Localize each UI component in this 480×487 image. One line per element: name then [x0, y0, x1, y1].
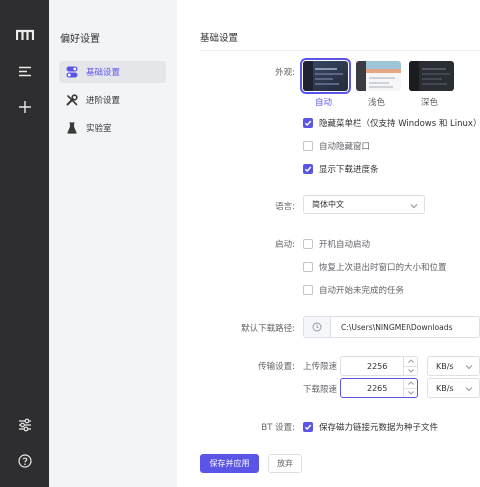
sidebar-item-label: 进阶设置 — [86, 96, 121, 106]
checkbox-unchecked-icon[interactable] — [303, 141, 313, 151]
bt-label: BT 设置: — [261, 423, 295, 433]
section-divider — [200, 50, 480, 51]
checkbox-label: 隐藏菜单栏（仅支持 Windows 和 Linux） — [319, 119, 480, 129]
download-path-label: 默认下载路径: — [241, 324, 295, 334]
checkbox-label: 开机自动启动 — [319, 240, 371, 250]
sidebar-item-label: 基础设置 — [86, 68, 121, 78]
download-path-input[interactable]: C:\Users\NINGMEI\Downloads — [303, 316, 480, 338]
sidebar-title: 偏好设置 — [60, 34, 100, 45]
help-icon[interactable] — [0, 446, 49, 476]
download-limit-value: 2265 — [367, 383, 388, 393]
language-label: 语言: — [275, 202, 295, 212]
theme-light-thumbnail[interactable] — [356, 61, 401, 91]
show-progress-bar-checkbox[interactable]: 显示下载进度条 — [303, 163, 379, 175]
chevron-down-icon — [410, 202, 418, 211]
chevron-up-icon[interactable] — [404, 379, 417, 388]
resume-tasks-checkbox[interactable]: 自动开始未完成的任务 — [303, 284, 404, 296]
checkbox-label: 显示下载进度条 — [319, 165, 379, 175]
auto-hide-window-checkbox[interactable]: 自动隐藏窗口 — [303, 140, 370, 152]
checkbox-unchecked-icon[interactable] — [303, 239, 313, 249]
chevron-down-icon[interactable] — [404, 387, 417, 398]
sidebar-item-basic[interactable]: 基础设置 — [59, 61, 166, 83]
download-limit-input[interactable]: 2265 — [340, 378, 418, 398]
logo-m-icon[interactable] — [0, 20, 49, 50]
checkbox-checked-icon[interactable] — [303, 164, 313, 174]
plus-icon[interactable] — [0, 92, 49, 122]
checkbox-unchecked-icon[interactable] — [303, 262, 313, 272]
checkbox-label: 保存磁力链接元数据为种子文件 — [319, 423, 439, 433]
section-title: 基础设置 — [200, 33, 239, 44]
flask-icon — [66, 122, 78, 134]
checkbox-label: 自动开始未完成的任务 — [319, 286, 405, 296]
sidebar-item-advanced[interactable]: 进阶设置 — [59, 89, 166, 111]
restore-window-checkbox[interactable]: 恢复上次退出时窗口的大小和位置 — [303, 261, 447, 273]
theme-light-label[interactable]: 浅色 — [354, 96, 399, 108]
download-unit-select[interactable]: KB/s — [427, 378, 480, 398]
download-limit-label: 下载限速 — [302, 385, 337, 395]
app-rail — [0, 0, 49, 487]
download-limit-stepper[interactable] — [403, 379, 417, 397]
transfer-label: 传输设置: — [258, 362, 295, 372]
chevron-up-icon[interactable] — [404, 357, 417, 366]
chevron-down-icon[interactable] — [404, 365, 417, 376]
save-apply-button[interactable]: 保存并应用 — [200, 454, 259, 473]
upload-limit-input[interactable]: 2256 — [340, 356, 418, 376]
discard-button[interactable]: 放弃 — [268, 454, 302, 473]
tools-icon — [66, 94, 78, 106]
chevron-down-icon — [465, 385, 473, 394]
toggle-icon — [66, 66, 78, 78]
hide-menubar-checkbox[interactable]: 隐藏菜单栏（仅支持 Windows 和 Linux） — [303, 117, 480, 129]
checkbox-checked-icon[interactable] — [303, 118, 313, 128]
settings-panel: 基础设置 外观: 自动 浅色 深色 隐藏菜单栏（仅支持 Windows 和 Li… — [177, 0, 480, 487]
upload-unit-value: KB/s — [436, 361, 454, 371]
theme-dark-thumbnail[interactable] — [409, 61, 454, 91]
checkbox-label: 恢复上次退出时窗口的大小和位置 — [319, 263, 447, 273]
theme-dark-label[interactable]: 深色 — [407, 96, 452, 108]
upload-unit-select[interactable]: KB/s — [427, 356, 480, 376]
chevron-down-icon — [465, 363, 473, 372]
task-list-icon[interactable] — [0, 56, 49, 86]
download-path-value: C:\Users\NINGMEI\Downloads — [341, 322, 453, 332]
upload-limit-value: 2256 — [367, 361, 388, 371]
folder-picker-icon[interactable] — [304, 317, 331, 337]
launch-at-startup-checkbox[interactable]: 开机自动启动 — [303, 238, 370, 250]
startup-label: 启动: — [275, 240, 295, 250]
checkbox-checked-icon[interactable] — [303, 422, 313, 432]
sidebar-item-label: 实验室 — [86, 124, 112, 134]
language-value: 简体中文 — [312, 200, 344, 209]
theme-auto-label[interactable]: 自动 — [301, 96, 346, 108]
upload-limit-label: 上传限速 — [302, 362, 337, 372]
save-magnet-metadata-checkbox[interactable]: 保存磁力链接元数据为种子文件 — [303, 421, 438, 433]
sidebar-item-lab[interactable]: 实验室 — [59, 117, 166, 139]
upload-limit-stepper[interactable] — [403, 357, 417, 375]
checkbox-label: 自动隐藏窗口 — [319, 142, 371, 152]
theme-auto-thumbnail[interactable] — [300, 58, 351, 94]
download-unit-value: KB/s — [436, 383, 454, 393]
preferences-sidebar: 偏好设置 基础设置 进阶设置 实验室 — [49, 0, 177, 487]
appearance-label: 外观: — [275, 68, 295, 78]
language-select[interactable]: 简体中文 — [303, 195, 425, 214]
sliders-icon[interactable] — [0, 410, 49, 440]
checkbox-unchecked-icon[interactable] — [303, 285, 313, 295]
